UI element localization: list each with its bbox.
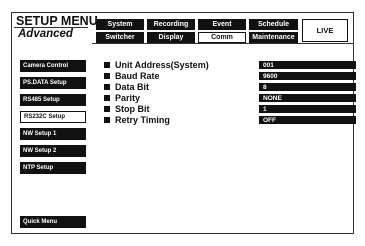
setting-row-data-bit: Data Bit — [104, 81, 150, 92]
unit-address-value[interactable]: 001 — [259, 61, 356, 69]
setting-row-parity: Parity — [104, 92, 141, 103]
live-button[interactable]: LIVE — [302, 19, 348, 42]
setting-label: Unit Address(System) — [115, 59, 209, 70]
retry-timing-value[interactable]: OFF — [259, 116, 356, 124]
sidebar-item-nw-setup-2[interactable]: NW Setup 2 — [20, 145, 86, 157]
tab-display[interactable]: Display — [147, 32, 195, 43]
setting-label: Parity — [115, 92, 141, 103]
tab-recording[interactable]: Recording — [147, 19, 195, 30]
header-divider — [92, 43, 354, 44]
bullet-icon — [104, 83, 110, 90]
sidebar-item-ps-data-setup[interactable]: PS.DATA Setup — [20, 77, 86, 89]
tab-comm[interactable]: Comm — [198, 32, 246, 43]
setting-label: Stop Bit — [115, 103, 150, 114]
stop-bit-value[interactable]: 1 — [259, 105, 356, 113]
bullet-icon — [104, 61, 110, 68]
setting-row-unit-address: Unit Address(System) — [104, 59, 209, 70]
title-box: SETUP MENU Advanced — [12, 13, 98, 43]
setting-label: Baud Rate — [115, 70, 160, 81]
tab-event[interactable]: Event — [198, 19, 246, 30]
setting-label: Data Bit — [115, 81, 150, 92]
data-bit-value[interactable]: 8 — [259, 83, 356, 91]
setting-row-baud-rate: Baud Rate — [104, 70, 160, 81]
setting-row-retry-timing: Retry Timing — [104, 114, 170, 125]
sidebar-item-ntp-setup[interactable]: NTP Setup — [20, 162, 86, 174]
tab-schedule[interactable]: Schedule — [249, 19, 298, 30]
tab-maintenance[interactable]: Maintenance — [249, 32, 298, 43]
setting-row-stop-bit: Stop Bit — [104, 103, 150, 114]
bullet-icon — [104, 105, 110, 112]
bullet-icon — [104, 72, 110, 79]
sidebar-item-camera-control[interactable]: Camera Control — [20, 60, 86, 72]
baud-rate-value[interactable]: 9600 — [259, 72, 356, 80]
sidebar-item-rs485-setup[interactable]: RS485 Setup — [20, 94, 86, 106]
bullet-icon — [104, 116, 110, 123]
sidebar-item-nw-setup-1[interactable]: NW Setup 1 — [20, 128, 86, 140]
quick-menu-button[interactable]: Quick Menu — [20, 216, 86, 228]
page-title: SETUP MENU — [16, 14, 98, 28]
sidebar-item-rs232c-setup[interactable]: RS232C Setup — [20, 111, 86, 123]
setting-label: Retry Timing — [115, 114, 170, 125]
parity-value[interactable]: NONE — [259, 94, 356, 102]
bullet-icon — [104, 94, 110, 101]
tab-switcher[interactable]: Switcher — [96, 32, 144, 43]
tab-system[interactable]: System — [96, 19, 144, 30]
page-subtitle: Advanced — [18, 28, 73, 40]
